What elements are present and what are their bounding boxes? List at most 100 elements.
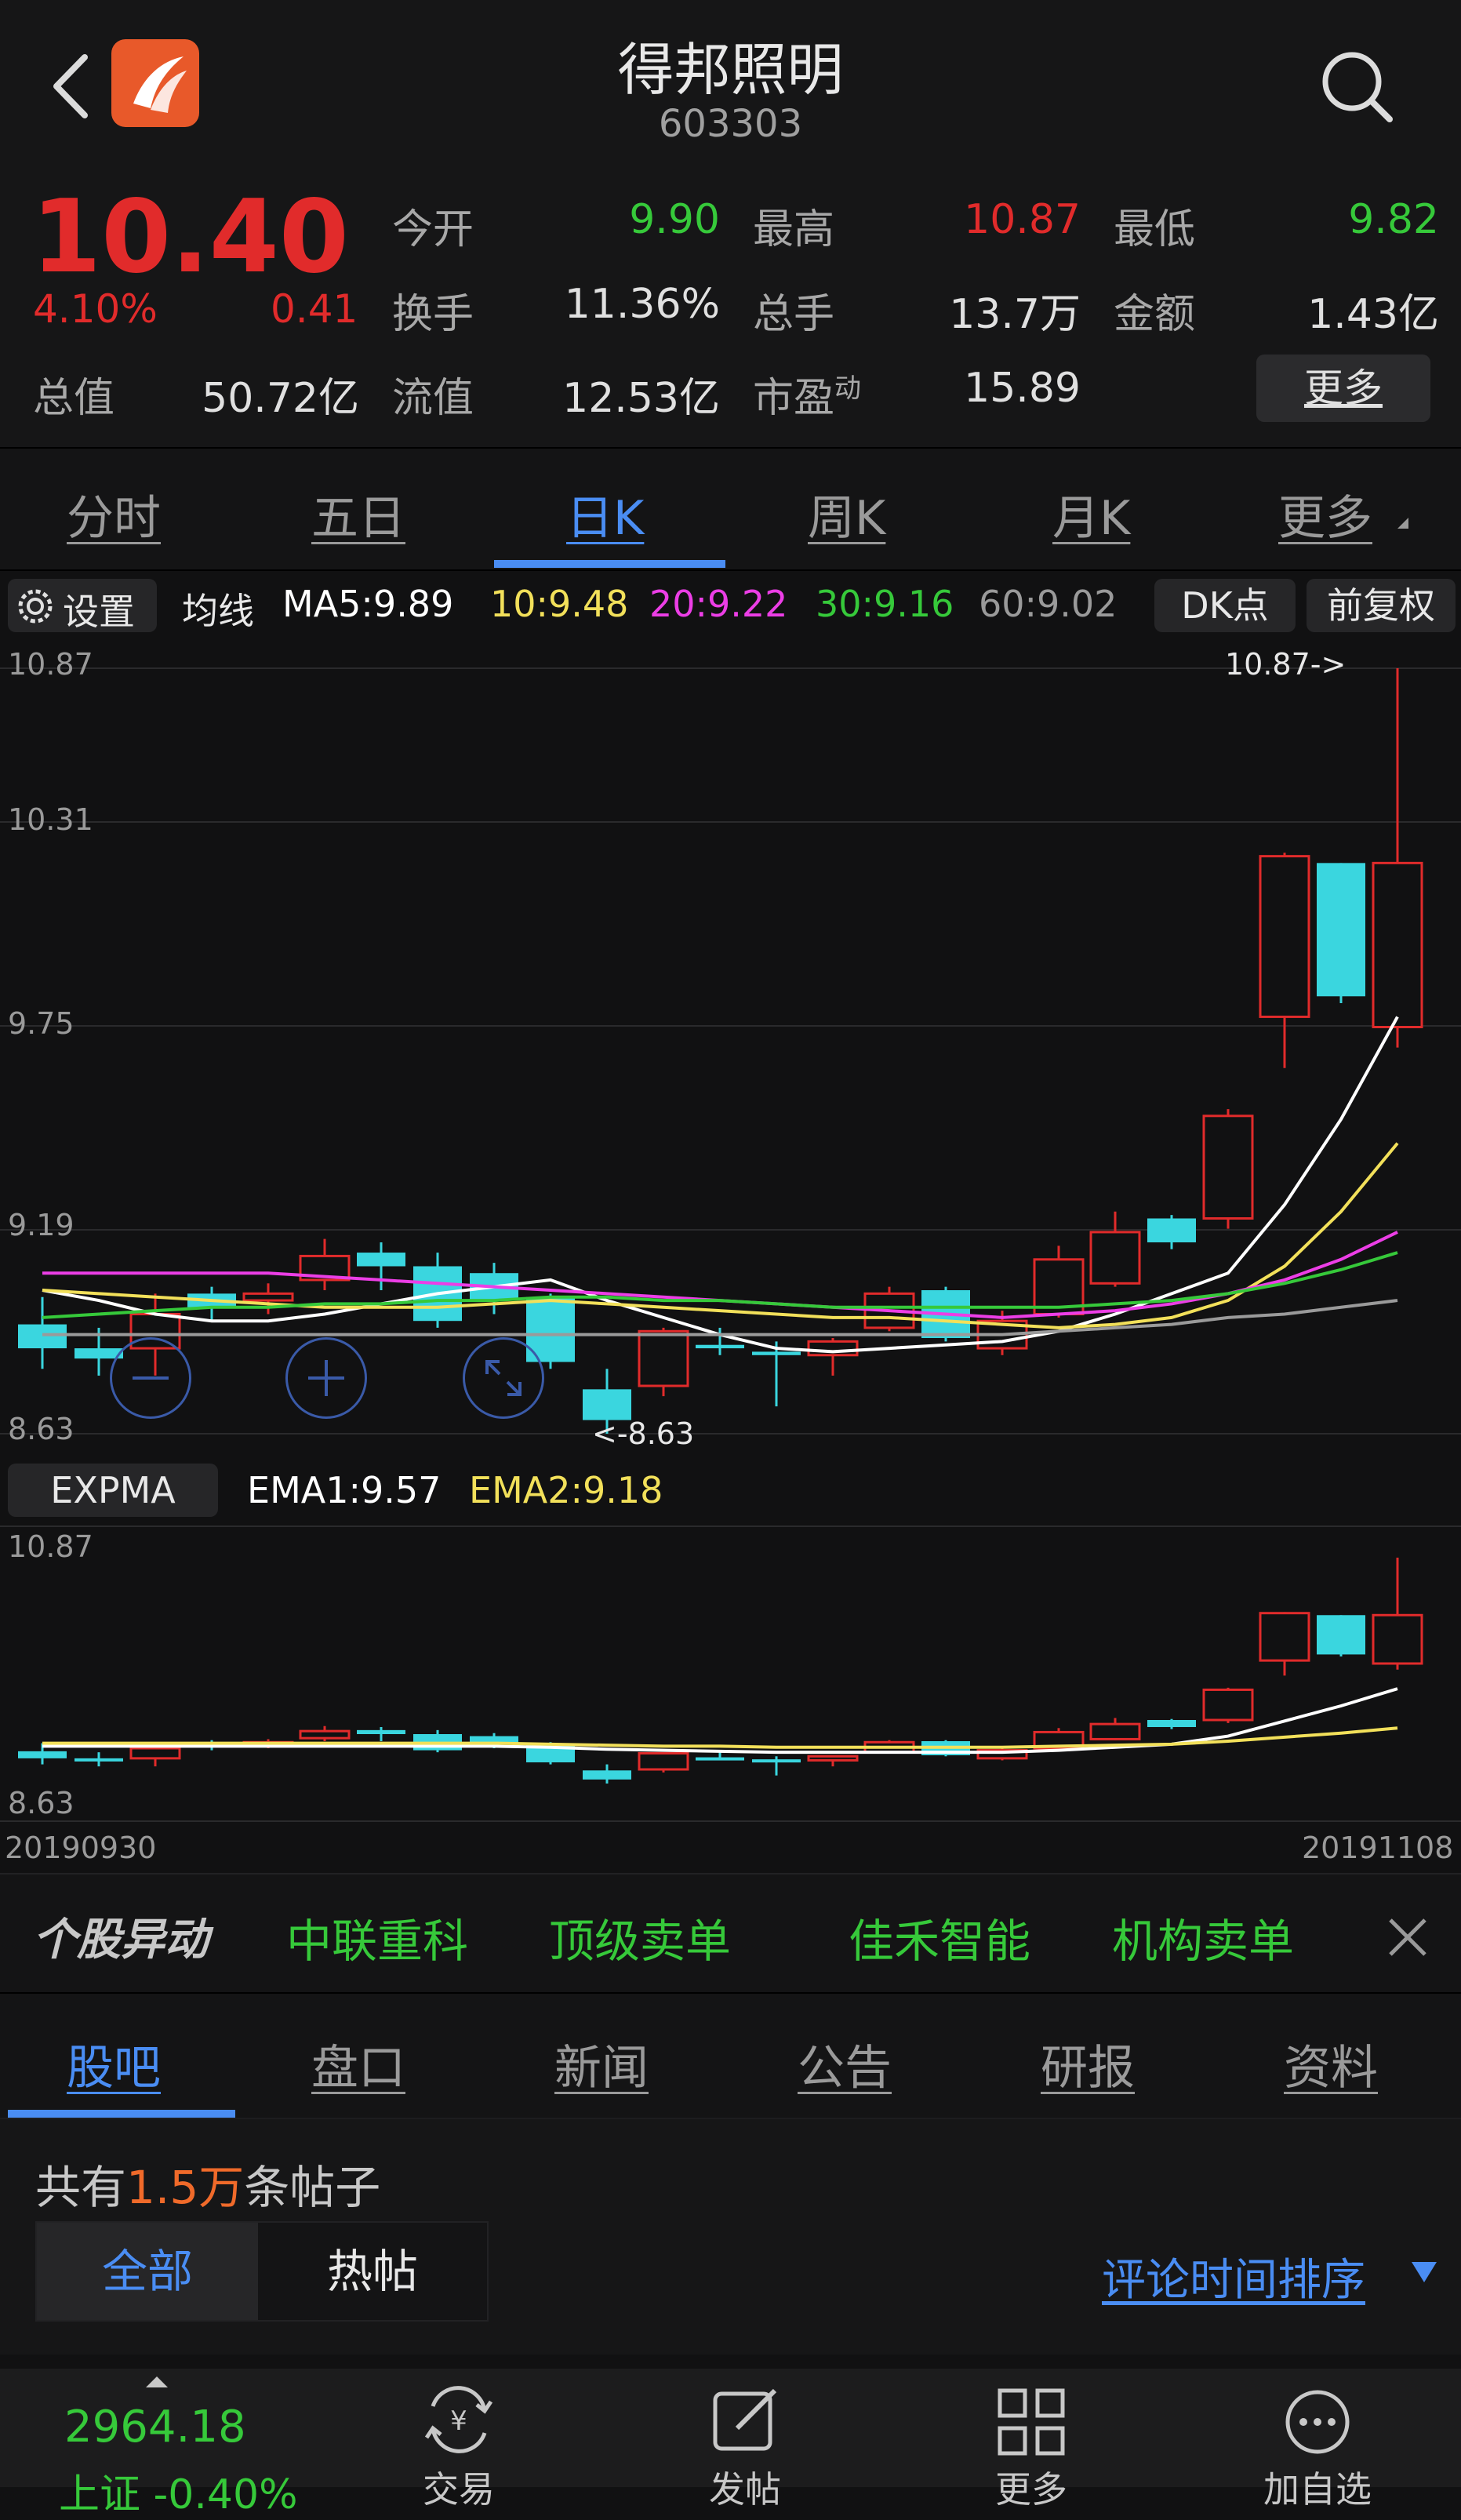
tab-day-k[interactable]: 日K bbox=[566, 480, 644, 548]
candle-body bbox=[638, 1329, 689, 1387]
section-tabs bbox=[0, 1994, 1461, 2118]
candle-body bbox=[1202, 1115, 1254, 1220]
tab-five-day[interactable]: 五日 bbox=[311, 480, 405, 548]
stock-name: 得邦照明 bbox=[617, 37, 844, 103]
candle-body bbox=[1317, 1615, 1365, 1655]
candle-body bbox=[357, 1729, 405, 1734]
date-start: 20190930 bbox=[5, 1831, 157, 1865]
candle-body bbox=[638, 1751, 689, 1771]
candle-body bbox=[1372, 1613, 1423, 1665]
ema1-value: EMA1:9.57 bbox=[247, 1469, 442, 1511]
total-value: 50.72亿 bbox=[202, 375, 359, 422]
candle-body bbox=[752, 1759, 801, 1763]
index-up-arrow-icon bbox=[146, 2376, 168, 2387]
active-tab-indicator bbox=[494, 560, 725, 568]
add-watchlist-icon[interactable] bbox=[1278, 2383, 1357, 2461]
index-value[interactable]: 2964.18 bbox=[64, 2402, 246, 2453]
ma30-value: 30:9.16 bbox=[816, 583, 954, 625]
high-value: 10.87 bbox=[964, 196, 1081, 243]
change-amount: 0.41 bbox=[271, 286, 358, 332]
candle-body bbox=[583, 1389, 631, 1420]
filter-all[interactable]: 全部 bbox=[37, 2223, 258, 2320]
current-price: 10.40 bbox=[31, 179, 349, 296]
open-value: 9.90 bbox=[629, 196, 720, 243]
tab-news[interactable]: 新闻 bbox=[554, 2030, 649, 2098]
candle-body bbox=[696, 1757, 744, 1761]
y-tick-label: 9.19 bbox=[8, 1208, 75, 1242]
candle-body bbox=[1089, 1231, 1141, 1285]
kline-chart[interactable] bbox=[0, 640, 1461, 1456]
candle-body bbox=[1089, 1722, 1141, 1740]
trade-icon[interactable]: ¥ bbox=[416, 2383, 502, 2461]
filter-hot[interactable]: 热帖 bbox=[259, 2223, 486, 2320]
post-edit-icon[interactable] bbox=[706, 2383, 784, 2461]
close-icon[interactable] bbox=[1384, 1914, 1431, 1961]
amount-label: 金额 bbox=[1114, 291, 1196, 338]
top-nav: 得邦照明 603303 bbox=[0, 0, 1461, 180]
ticker-item[interactable]: 机构卖单 bbox=[1112, 1904, 1294, 1970]
total-value-label: 总值 bbox=[33, 375, 115, 422]
zoom-in-button[interactable] bbox=[285, 1337, 367, 1419]
tab-timeshare[interactable]: 分时 bbox=[67, 480, 161, 548]
stock-code: 603303 bbox=[658, 102, 803, 146]
tab-more-period[interactable]: 更多 bbox=[1278, 480, 1372, 548]
fullscreen-button[interactable] bbox=[463, 1337, 544, 1419]
quote-panel: 10.40 4.10% 0.41 今开 9.90 最高 10.87 最低 9.8… bbox=[0, 165, 1461, 447]
settings-button[interactable]: 设置 bbox=[8, 579, 157, 633]
ticker-item[interactable]: 佳禾智能 bbox=[849, 1904, 1030, 1970]
candle-body bbox=[1317, 863, 1365, 997]
candle-body bbox=[1147, 1218, 1196, 1242]
ema-ema2-line bbox=[42, 1726, 1398, 1749]
candle-body bbox=[583, 1770, 631, 1780]
ticker-item[interactable]: 顶级卖单 bbox=[549, 1904, 731, 1970]
expma-button[interactable]: EXPMA bbox=[8, 1464, 218, 1517]
tab-forum[interactable]: 股吧 bbox=[67, 2030, 161, 2098]
volume-label: 总手 bbox=[753, 291, 835, 338]
tab-month-k[interactable]: 月K bbox=[1052, 480, 1130, 548]
ma5-value: MA5:9.89 bbox=[282, 583, 454, 625]
candle-body bbox=[18, 1324, 67, 1349]
ma60-value: 60:9.02 bbox=[979, 583, 1118, 625]
tab-profile[interactable]: 资料 bbox=[1284, 2030, 1378, 2098]
expma-chart[interactable] bbox=[0, 1525, 1461, 1823]
minus-icon bbox=[133, 1376, 169, 1380]
sort-arrow-icon bbox=[1412, 2262, 1437, 2282]
y-tick-label: 10.87 bbox=[8, 647, 93, 682]
settings-label: 设置 bbox=[63, 591, 135, 633]
y-tick-label: 9.75 bbox=[8, 1006, 75, 1041]
expma-bar bbox=[0, 1457, 1461, 1523]
ma20-value: 20:9.22 bbox=[649, 583, 788, 625]
ticker-item[interactable]: 中联重科 bbox=[286, 1904, 468, 1970]
more-quote-button[interactable]: 更多 bbox=[1256, 355, 1430, 422]
dk-point-button[interactable]: DK点 bbox=[1154, 579, 1296, 632]
adjust-button[interactable]: 前复权 bbox=[1307, 579, 1456, 632]
date-end: 20191108 bbox=[1302, 1831, 1454, 1865]
search-icon[interactable] bbox=[1317, 47, 1396, 125]
zoom-out-button[interactable] bbox=[110, 1337, 191, 1419]
candle-body bbox=[357, 1253, 405, 1267]
sort-button[interactable]: 评论时间排序 bbox=[1102, 2245, 1365, 2308]
plus-icon bbox=[308, 1360, 344, 1396]
float-value: 12.53亿 bbox=[562, 375, 720, 422]
gear-icon bbox=[18, 589, 53, 624]
low-label: 最低 bbox=[1114, 206, 1196, 253]
candle-body bbox=[1259, 855, 1310, 1018]
tab-more-corner-icon bbox=[1397, 518, 1408, 529]
amount-value: 1.43亿 bbox=[1307, 291, 1439, 338]
expand-icon bbox=[485, 1360, 522, 1396]
ticker-label: 个股异动 bbox=[33, 1915, 209, 1965]
tab-announcements[interactable]: 公告 bbox=[798, 2030, 892, 2098]
low-value: 9.82 bbox=[1348, 196, 1439, 243]
candle-body bbox=[75, 1758, 123, 1762]
candle-body bbox=[1259, 1612, 1310, 1662]
tab-research[interactable]: 研报 bbox=[1041, 2030, 1135, 2098]
tab-orderbook[interactable]: 盘口 bbox=[311, 2030, 405, 2098]
turnover-value: 11.36% bbox=[564, 281, 720, 328]
grid-more-icon[interactable] bbox=[992, 2383, 1070, 2461]
sub-y-bottom: 8.63 bbox=[8, 1786, 75, 1820]
float-value-label: 流值 bbox=[392, 375, 474, 422]
post-label: 发帖 bbox=[709, 2468, 781, 2511]
candle-body bbox=[129, 1747, 181, 1760]
svg-text:¥: ¥ bbox=[450, 2405, 467, 2437]
tab-week-k[interactable]: 周K bbox=[808, 480, 885, 548]
